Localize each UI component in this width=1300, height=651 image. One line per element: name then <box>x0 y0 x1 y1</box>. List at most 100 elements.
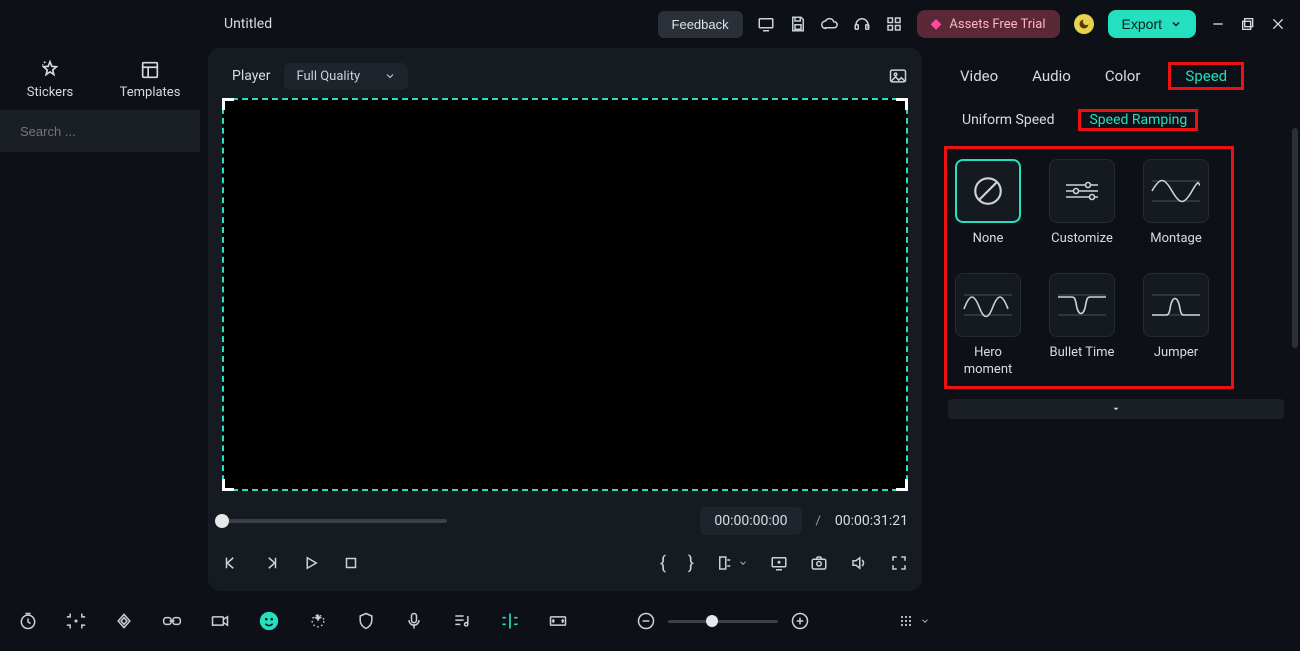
preset-label: Montage <box>1150 231 1201 247</box>
screen-recorder-icon[interactable] <box>770 554 788 572</box>
inspector-tab-color[interactable]: Color <box>1099 63 1147 89</box>
zoom-slider[interactable] <box>668 620 778 623</box>
crop-handle-br[interactable] <box>896 479 908 491</box>
snapshot-image-icon[interactable] <box>888 66 908 86</box>
chevron-down-icon <box>738 558 748 568</box>
microphone-icon[interactable] <box>404 611 424 631</box>
search-row: ••• <box>0 110 200 152</box>
step-back-button[interactable] <box>222 554 240 572</box>
inspector-scrollbar[interactable] <box>1292 128 1298 348</box>
export-button[interactable]: Export <box>1108 10 1196 38</box>
cloud-upload-icon[interactable] <box>821 15 839 33</box>
mark-in-button[interactable]: { <box>660 553 666 574</box>
zoom-control <box>636 611 810 631</box>
record-clip-icon[interactable] <box>210 611 230 631</box>
save-icon[interactable] <box>789 15 807 33</box>
inspector-tab-video[interactable]: Video <box>954 63 1004 89</box>
support-headset-icon[interactable] <box>853 15 871 33</box>
stop-button[interactable] <box>342 554 360 572</box>
bullet-time-icon <box>1049 273 1115 337</box>
highlight-box-presets: None Customize Montage <box>944 146 1234 389</box>
playhead-slider[interactable] <box>222 519 447 523</box>
top-app-bar: Untitled Feedback ◆ Assets Free Trial Ex… <box>0 0 1300 48</box>
preset-montage[interactable]: Montage <box>1143 159 1209 247</box>
aspect-ratio-button[interactable] <box>716 554 748 572</box>
preset-bullet-time[interactable]: Bullet Time <box>1049 273 1115 378</box>
sidebar-tab-templates[interactable]: Templates <box>100 48 200 110</box>
feedback-button[interactable]: Feedback <box>658 11 743 38</box>
search-input[interactable] <box>20 124 196 139</box>
sidebar-tab-stickers[interactable]: Stickers <box>0 48 100 110</box>
fullscreen-icon[interactable] <box>890 554 908 572</box>
crop-handle-tl[interactable] <box>222 98 234 110</box>
preset-label: Jumper <box>1154 345 1198 361</box>
preset-customize[interactable]: Customize <box>1049 159 1115 247</box>
player-panel: Player Full Quality <box>200 48 930 591</box>
mark-out-button[interactable]: } <box>688 553 694 574</box>
chevron-down-icon <box>384 70 396 82</box>
step-forward-button[interactable] <box>262 554 280 572</box>
customize-icon <box>1049 159 1115 223</box>
keyframe-icon[interactable] <box>114 611 134 631</box>
jumper-icon <box>1143 273 1209 337</box>
assets-free-trial-button[interactable]: ◆ Assets Free Trial <box>917 10 1060 38</box>
subtab-uniform-speed[interactable]: Uniform Speed <box>954 108 1062 132</box>
window-minimize-button[interactable] <box>1210 16 1226 32</box>
inspector-tab-speed[interactable]: Speed <box>1179 63 1233 89</box>
expand-panel-button[interactable] <box>948 399 1284 419</box>
none-icon <box>955 159 1021 223</box>
zoom-out-button[interactable] <box>636 611 656 631</box>
caret-down-icon <box>1111 404 1121 414</box>
link-chain-icon[interactable] <box>162 611 182 631</box>
time-separator: / <box>816 514 821 529</box>
side-tab-label: Stickers <box>27 85 73 100</box>
shield-icon[interactable] <box>356 611 376 631</box>
inspector-panel: Video Audio Color Speed Uniform Speed Sp… <box>930 48 1300 591</box>
grid-dots-icon <box>898 613 914 629</box>
player-header: Player Full Quality <box>222 56 908 96</box>
quality-label: Full Quality <box>296 69 360 84</box>
timer-icon[interactable] <box>18 611 38 631</box>
crop-handle-tr[interactable] <box>896 98 908 110</box>
preset-hero-moment[interactable]: Hero moment <box>955 273 1021 378</box>
apps-grid-icon[interactable] <box>885 15 903 33</box>
highlight-box-speed-tab: Speed <box>1168 62 1244 90</box>
volume-icon[interactable] <box>850 554 868 572</box>
preset-jumper[interactable]: Jumper <box>1143 273 1209 378</box>
crop-mark-icon[interactable] <box>66 611 86 631</box>
preset-none[interactable]: None <box>955 159 1021 247</box>
preset-label: Bullet Time <box>1050 345 1115 361</box>
zoom-in-button[interactable] <box>790 611 810 631</box>
timeline-view-toggle[interactable] <box>898 613 930 629</box>
preset-label: Customize <box>1051 231 1113 247</box>
sparkle-circle-icon[interactable] <box>308 611 328 631</box>
playhead-thumb[interactable] <box>215 514 229 528</box>
export-label: Export <box>1122 16 1162 32</box>
hero-moment-icon <box>955 273 1021 337</box>
highlight-box-speed-ramping: Speed Ramping <box>1078 109 1198 131</box>
crop-handle-bl[interactable] <box>222 479 234 491</box>
timeline-toolbar <box>0 591 1300 651</box>
window-maximize-button[interactable] <box>1240 16 1256 32</box>
display-settings-icon[interactable] <box>757 15 775 33</box>
quality-select[interactable]: Full Quality <box>284 63 408 90</box>
sidebar-left: Stickers Templates ••• <box>0 48 200 591</box>
window-close-button[interactable] <box>1270 16 1286 32</box>
project-title: Untitled <box>224 16 272 32</box>
preview-viewport[interactable] <box>222 98 908 491</box>
gem-icon: ◆ <box>931 16 942 32</box>
preset-label: None <box>973 231 1004 247</box>
assistant-face-icon[interactable] <box>258 610 280 632</box>
fit-width-icon[interactable] <box>548 611 568 631</box>
inspector-tab-audio[interactable]: Audio <box>1026 63 1077 89</box>
side-tab-label: Templates <box>120 85 181 100</box>
zoom-thumb[interactable] <box>706 615 718 627</box>
play-button[interactable] <box>302 554 320 572</box>
moon-badge-icon[interactable] <box>1074 14 1094 34</box>
camera-snapshot-icon[interactable] <box>810 554 828 572</box>
subtab-speed-ramping[interactable]: Speed Ramping <box>1081 108 1195 132</box>
promo-label: Assets Free Trial <box>949 17 1045 32</box>
chevron-down-icon <box>1170 18 1182 30</box>
split-clip-icon[interactable] <box>500 611 520 631</box>
music-note-list-icon[interactable] <box>452 611 472 631</box>
